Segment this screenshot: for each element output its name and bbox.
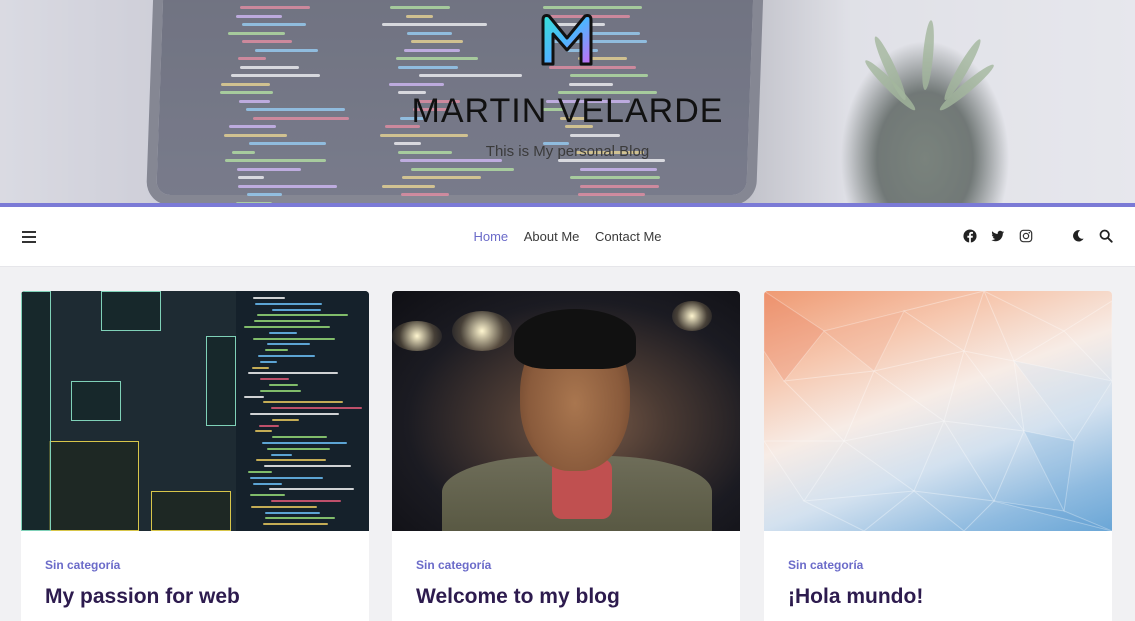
diagram-node [206, 336, 236, 426]
post-category[interactable]: Sin categoría [416, 558, 491, 572]
diagram-node [151, 491, 231, 531]
code-line [259, 424, 279, 427]
code-line [261, 442, 348, 444]
post-title[interactable]: ¡Hola mundo! [788, 585, 923, 609]
code-line [249, 413, 340, 415]
facebook-icon[interactable] [963, 229, 977, 243]
code-line [259, 360, 277, 363]
nav-contact-link[interactable]: Contact Me [595, 229, 661, 244]
code-line [252, 337, 335, 340]
code-line [264, 349, 288, 352]
diagram-node [101, 291, 161, 331]
code-line [270, 500, 342, 502]
code-line [271, 436, 327, 439]
code-line [265, 511, 321, 514]
twitter-icon[interactable] [991, 229, 1005, 243]
site-logo[interactable] [537, 10, 597, 70]
post-title[interactable]: My passion for web [45, 585, 240, 609]
post-category[interactable]: Sin categoría [788, 558, 863, 572]
code-line [267, 447, 331, 450]
diagram-node [71, 381, 121, 421]
instagram-icon[interactable] [1019, 229, 1033, 243]
code-line [271, 418, 300, 421]
post-thumbnail[interactable] [764, 291, 1112, 531]
site-tagline: This is My personal Blog [485, 143, 650, 160]
code-line [253, 320, 320, 323]
code-line [259, 378, 290, 381]
post-card[interactable]: Sin categoría ¡Hola mundo! [764, 291, 1112, 621]
diagram-node [49, 441, 139, 531]
code-line [247, 471, 272, 473]
main-navbar: Home About Me Contact Me [0, 207, 1135, 267]
code-line [260, 389, 302, 392]
post-thumbnail[interactable] [392, 291, 740, 531]
code-line [271, 407, 363, 410]
code-line [263, 523, 328, 526]
code-line [252, 482, 283, 485]
code-line [250, 494, 286, 497]
site-title[interactable]: MARTIN VELARDE [0, 92, 1135, 131]
code-line [251, 505, 318, 508]
code-line [271, 453, 292, 456]
code-line [268, 331, 297, 334]
header-hero: MARTIN VELARDE This is My personal Blog [0, 0, 1135, 203]
code-line [269, 384, 299, 386]
post-card[interactable]: Sin categoría My passion for web [21, 291, 369, 621]
code-line [264, 465, 352, 468]
code-line [252, 366, 270, 369]
code-line [252, 297, 286, 299]
code-line [258, 355, 316, 357]
post-thumbnail[interactable] [21, 291, 369, 531]
search-icon[interactable] [1099, 229, 1113, 243]
code-line [271, 308, 322, 311]
nav-icon-group [963, 229, 1113, 243]
photo-hair [514, 309, 636, 369]
code-line [243, 326, 331, 328]
dark-mode-icon[interactable] [1071, 229, 1085, 243]
post-card[interactable]: Sin categoría Welcome to my blog [392, 291, 740, 621]
diagram-node [21, 291, 51, 531]
post-category[interactable]: Sin categoría [45, 558, 120, 572]
nav-home-link[interactable]: Home [473, 229, 508, 244]
code-line [249, 476, 324, 479]
code-line [254, 302, 323, 305]
low-poly-pattern [764, 291, 1112, 531]
post-title[interactable]: Welcome to my blog [416, 585, 620, 609]
code-line [243, 395, 265, 398]
nav-about-link[interactable]: About Me [524, 229, 580, 244]
